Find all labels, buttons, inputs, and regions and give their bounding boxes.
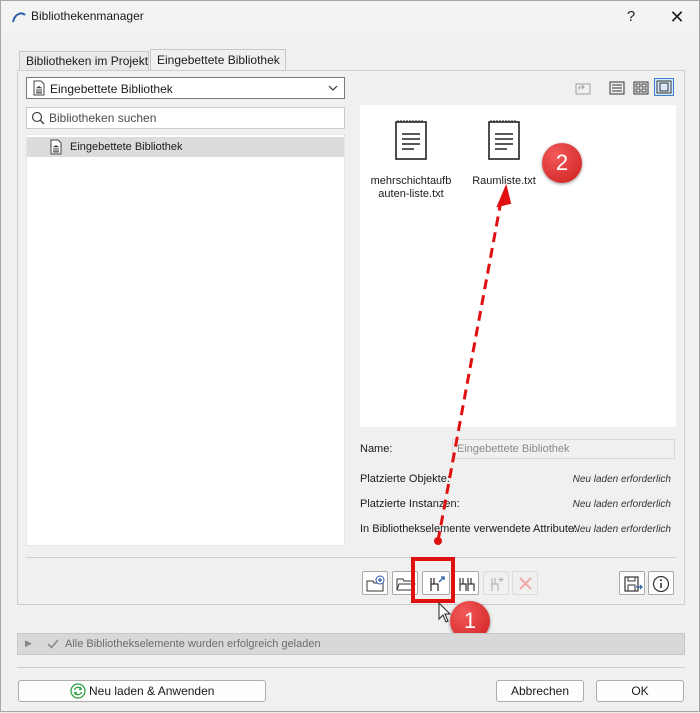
cancel-button[interactable]: Abbrechen — [496, 680, 584, 702]
separator — [26, 557, 676, 558]
library-select-dropdown[interactable]: Eingebettete Bibliothek — [26, 77, 345, 99]
save-library-button[interactable] — [619, 571, 645, 595]
name-label: Name: — [360, 443, 393, 455]
search-input[interactable] — [49, 110, 339, 126]
status-message: Alle Bibliothekselemente wurden erfolgre… — [65, 638, 321, 650]
large-icon-view-icon — [656, 80, 672, 94]
tab-embedded-library[interactable]: Eingebettete Bibliothek — [150, 49, 286, 71]
large-icons-view-button[interactable] — [654, 78, 674, 96]
ok-button[interactable]: OK — [596, 680, 684, 702]
reload-apply-label: Neu laden & Anwenden — [89, 684, 215, 698]
text-file-icon — [488, 120, 520, 160]
placed-instances-value: Neu laden erforderlich — [572, 499, 671, 510]
delete-button[interactable] — [512, 571, 538, 595]
reload-apply-button[interactable]: Neu laden & Anwenden — [18, 680, 266, 702]
delete-x-icon — [519, 577, 532, 590]
check-icon — [47, 639, 59, 649]
search-box — [26, 107, 345, 129]
separator — [17, 667, 685, 668]
placed-objects-label: Platzierte Objekte: — [360, 473, 450, 485]
file-preview-area: mehrschichtaufb auten-liste.txt Raumlist… — [360, 105, 676, 427]
folder-up-button[interactable] — [573, 79, 593, 97]
chairs-icon — [459, 578, 475, 591]
window-title: Bibliothekenmanager — [31, 9, 144, 23]
list-view-button[interactable] — [607, 79, 627, 97]
help-button[interactable]: ? — [613, 5, 649, 29]
library-building-icon — [50, 139, 62, 155]
library-tree: Eingebettete Bibliothek — [26, 134, 345, 546]
folder-add-icon — [366, 575, 385, 592]
duplicate-object-button[interactable] — [453, 571, 479, 595]
placed-objects-value: Neu laden erforderlich — [572, 474, 671, 485]
library-building-icon — [33, 80, 45, 96]
text-file-icon — [395, 120, 427, 160]
tab-libraries-in-project[interactable]: Bibliotheken im Projekt — [19, 51, 149, 71]
chair-add-icon — [491, 577, 504, 591]
dropdown-value: Eingebettete Bibliothek — [50, 82, 173, 96]
tree-item-embedded-library[interactable]: Eingebettete Bibliothek — [27, 137, 344, 157]
placed-instances-label: Platzierte Instanzen: — [360, 498, 460, 510]
archicad-logo-icon — [12, 12, 26, 23]
search-icon — [31, 111, 45, 125]
file-item-raumliste[interactable]: Raumliste.txt — [456, 119, 552, 188]
file-item-mehrschichtaufbauten[interactable]: mehrschichtaufb auten-liste.txt — [363, 119, 459, 201]
file-name-line: auten-liste.txt — [378, 188, 444, 200]
file-name-line: Raumliste.txt — [472, 175, 536, 187]
add-object-button[interactable] — [483, 571, 509, 595]
reload-icon — [70, 683, 86, 699]
info-button[interactable] — [648, 571, 674, 595]
save-export-icon — [624, 576, 643, 592]
tree-item-label: Eingebettete Bibliothek — [70, 141, 183, 153]
small-icons-view-button[interactable] — [631, 79, 651, 97]
library-manager-dialog: Bibliothekenmanager ? ✕ Bibliotheken im … — [0, 0, 700, 712]
grid-view-icon — [633, 81, 649, 95]
list-view-icon — [609, 81, 625, 95]
used-attributes-value: Neu laden erforderlich — [572, 524, 671, 535]
annotation-badge-2: 2 — [542, 143, 582, 183]
name-field: Eingebettete Bibliothek — [452, 439, 675, 459]
folder-up-icon — [575, 83, 591, 95]
expand-caret-icon[interactable]: ▶ — [25, 638, 32, 649]
info-icon — [652, 575, 670, 593]
used-attributes-label: In Bibliothekselemente verwendete Attrib… — [360, 523, 578, 535]
import-files-button[interactable] — [362, 571, 388, 595]
highlight-box-annotation — [411, 557, 455, 603]
close-button[interactable]: ✕ — [659, 5, 695, 29]
file-name-line: mehrschichtaufb — [370, 175, 452, 187]
status-bar: ▶ Alle Bibliothekselemente wurden erfolg… — [17, 633, 685, 655]
title-bar: Bibliothekenmanager ? ✕ — [1, 1, 699, 33]
chevron-down-icon — [328, 85, 338, 91]
